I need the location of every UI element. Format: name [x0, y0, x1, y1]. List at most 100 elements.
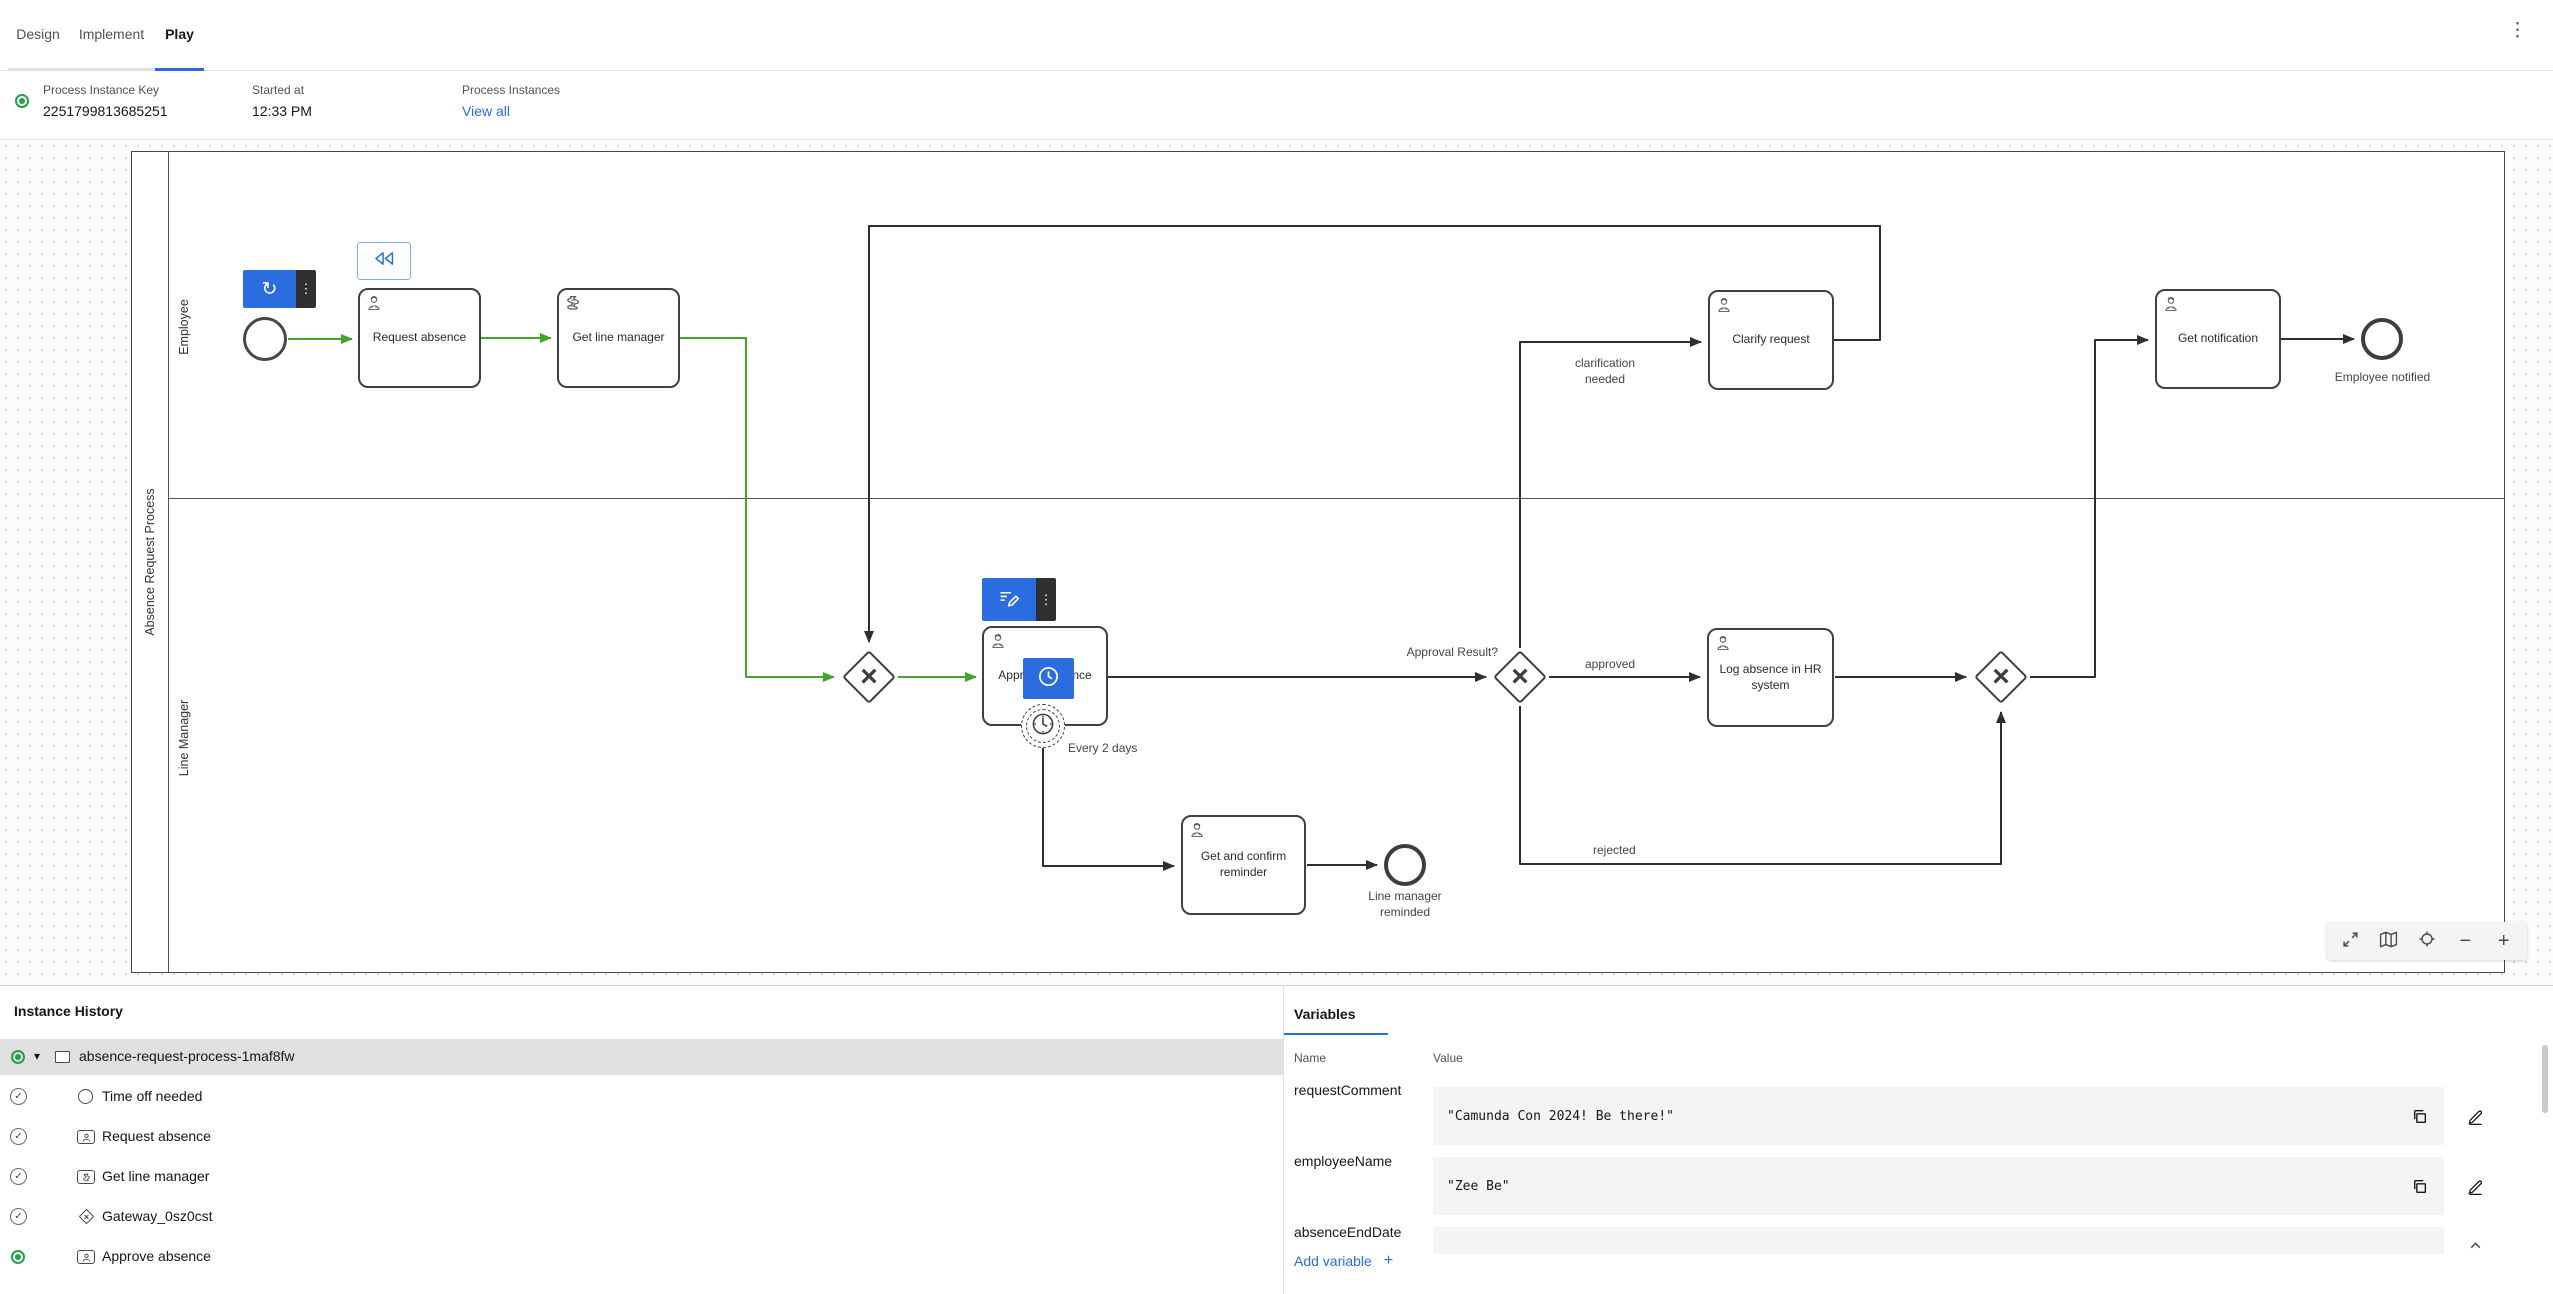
variables-scrollbar[interactable]	[2542, 1045, 2548, 1113]
task-log-absence-in-hr-system[interactable]: Log absence in HR system	[1707, 628, 1834, 727]
clock-icon	[1037, 665, 1060, 693]
caret-down-icon[interactable]: ▾	[34, 1049, 40, 1063]
edit-variable-button[interactable]	[2462, 1103, 2488, 1129]
start-event-time-off-needed[interactable]	[243, 317, 287, 361]
expand-icon	[2342, 931, 2359, 952]
mode-tabs: Design Implement Play	[8, 0, 204, 71]
plus-icon: +	[1383, 1252, 1394, 1269]
chevron-up-icon	[2470, 1241, 2480, 1248]
history-item-approve-absence[interactable]: Approve absence	[0, 1239, 1283, 1275]
advance-time-button[interactable]	[1023, 658, 1074, 699]
history-item-request-absence[interactable]: ✓ Request absence	[0, 1119, 1283, 1155]
reset-zoom-button[interactable]	[2412, 926, 2442, 956]
history-item-label: Approve absence	[102, 1248, 211, 1264]
variable-value-box[interactable]: "Zee Be"	[1433, 1157, 2444, 1215]
label-approval-result: Approval Result?	[1406, 645, 1498, 659]
pool-label: Absence Request Process	[143, 488, 157, 636]
approve-task-overlay: ⋮	[982, 578, 1056, 621]
lane-divider	[168, 498, 2505, 499]
task-label: Request absence	[372, 330, 467, 345]
pool-label-divider	[168, 151, 169, 973]
tab-implement[interactable]: Implement	[68, 0, 155, 71]
add-variable-link[interactable]: Add variable +	[1294, 1252, 1393, 1270]
kebab-icon: ⋮	[1039, 591, 1053, 607]
fit-viewport-button[interactable]	[2335, 926, 2365, 956]
copy-value-button[interactable]	[2408, 1105, 2430, 1127]
label-line-manager-reminded: Line manager reminded	[1368, 889, 1442, 920]
task-get-line-manager[interactable]: Get line manager	[557, 288, 680, 388]
task-label: Get line manager	[572, 330, 665, 345]
task-get-and-confirm-reminder[interactable]: Get and confirm reminder	[1181, 815, 1306, 915]
task-label: Clarify request	[1732, 332, 1810, 347]
label-rejected: rejected	[1593, 843, 1636, 857]
completed-check-icon: ✓	[10, 1208, 27, 1225]
task-request-absence[interactable]: Request absence	[358, 288, 481, 388]
complete-with-form-button[interactable]	[982, 578, 1036, 621]
instance-bar: Process Instance Key 2251799813685251 St…	[0, 71, 2553, 140]
tab-variables[interactable]: Variables	[1294, 1006, 1356, 1022]
completed-check-icon: ✓	[10, 1128, 27, 1145]
kebab-icon: ⋮	[299, 281, 313, 296]
header-overflow-menu-button[interactable]: ⋮	[2504, 17, 2531, 44]
pencil-icon	[2467, 1109, 2482, 1125]
history-item-label: absence-request-process-1maf8fw	[79, 1048, 295, 1064]
task-get-notification[interactable]: Get notification	[2155, 289, 2281, 389]
view-all-link[interactable]: View all	[462, 103, 560, 119]
history-item-process[interactable]: ▾ absence-request-process-1maf8fw	[0, 1039, 1283, 1075]
gateway-approval-result[interactable]: ×	[1493, 650, 1547, 704]
task-clarify-request[interactable]: Clarify request	[1708, 290, 1834, 390]
map-icon	[2379, 931, 2398, 952]
history-item-label: Request absence	[102, 1128, 211, 1144]
crosshair-icon	[2418, 930, 2436, 952]
task-label: Log absence in HR system	[1719, 661, 1822, 692]
label-clarification-needed: clarification needed	[1574, 356, 1636, 387]
user-task-icon	[2163, 296, 2179, 317]
gateway-x-icon: ×	[860, 660, 878, 693]
task-label: Get notification	[2177, 331, 2259, 346]
lane-label-employee: Employee	[177, 299, 191, 355]
variables-name-header: Name	[1294, 1051, 1327, 1065]
end-event-employee-notified[interactable]	[2361, 318, 2403, 360]
gateway-merge[interactable]: ×	[842, 650, 896, 704]
start-event-overlay: ↻ ⋮	[243, 270, 316, 308]
restart-instance-button[interactable]: ↻	[243, 270, 296, 308]
history-item-time-off-needed[interactable]: ✓ Time off needed	[0, 1079, 1283, 1115]
history-item-get-line-manager[interactable]: ✓ Get line manager	[0, 1159, 1283, 1195]
instance-key-label: Process Instance Key	[43, 83, 160, 97]
user-task-icon	[1716, 297, 1732, 318]
script-task-icon	[565, 295, 581, 316]
rewind-icon	[372, 251, 396, 271]
panel-divider	[1283, 985, 1284, 1294]
zoom-in-button[interactable]: +	[2489, 926, 2519, 956]
label-approved: approved	[1585, 657, 1636, 671]
tab-play[interactable]: Play	[155, 0, 204, 71]
end-event-line-manager-reminded[interactable]	[1384, 844, 1426, 886]
history-item-label: Time off needed	[102, 1088, 203, 1104]
variable-value-box[interactable]: "Camunda Con 2024! Be there!"	[1433, 1087, 2444, 1145]
edit-variable-button[interactable]	[2462, 1173, 2488, 1199]
gateway-join[interactable]: ×	[1974, 650, 2028, 704]
start-overlay-menu-button[interactable]: ⋮	[296, 270, 316, 308]
variable-name: employeeName	[1294, 1153, 1393, 1169]
app-header: Design Implement Play ⋮	[0, 0, 2553, 71]
pool-absence-request-process[interactable]	[131, 151, 2505, 973]
approve-overlay-menu-button[interactable]: ⋮	[1036, 578, 1056, 621]
variable-value-box[interactable]	[1433, 1227, 2444, 1254]
canvas-controls: − +	[2327, 922, 2527, 960]
pencil-icon	[2467, 1179, 2482, 1195]
collapse-value-button[interactable]	[2462, 1232, 2488, 1258]
copy-value-button[interactable]	[2408, 1175, 2430, 1197]
process-icon	[55, 1051, 70, 1063]
boundary-timer-event[interactable]	[1021, 704, 1065, 748]
history-item-label: Gateway_0sz0cst	[102, 1208, 213, 1224]
variables-value-header: Value	[1433, 1051, 1463, 1065]
start-event-icon	[78, 1089, 93, 1104]
form-edit-icon	[997, 588, 1021, 612]
history-item-label: Get line manager	[102, 1168, 210, 1184]
zoom-out-button[interactable]: −	[2450, 926, 2480, 956]
minimap-button[interactable]	[2374, 926, 2404, 956]
gateway-x-icon: ×	[1511, 660, 1529, 693]
rewind-button[interactable]	[357, 242, 411, 280]
tab-design[interactable]: Design	[8, 0, 68, 71]
history-item-gateway[interactable]: ✓ × Gateway_0sz0cst	[0, 1199, 1283, 1235]
